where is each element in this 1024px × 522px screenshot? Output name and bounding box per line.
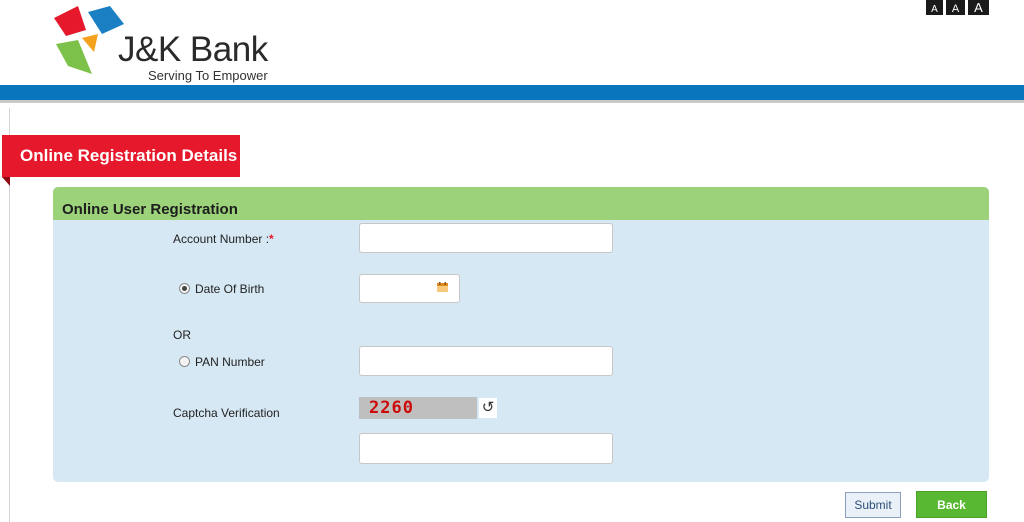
brand-name: J&K Bank — [118, 30, 268, 69]
captcha-image: 2260 — [359, 397, 477, 419]
font-size-medium-button[interactable]: A — [946, 0, 965, 15]
refresh-icon[interactable]: ↺ — [479, 398, 497, 418]
pan-label: PAN Number — [195, 355, 265, 369]
dob-radio[interactable] — [179, 283, 190, 294]
header-blue-band — [0, 85, 1024, 100]
account-number-input[interactable] — [359, 223, 613, 253]
dob-input[interactable] — [359, 274, 460, 303]
ribbon-fold — [2, 177, 10, 186]
page-header: J&K Bank Serving To Empower A A A — [0, 0, 1024, 88]
jk-bank-logo-icon — [54, 6, 124, 74]
header-divider — [0, 100, 1024, 103]
dob-label: Date Of Birth — [195, 282, 265, 296]
required-marker: * — [269, 232, 274, 246]
captcha-input[interactable] — [359, 433, 613, 464]
registration-panel: Online User Registration Account Number … — [53, 187, 989, 482]
brand-tagline: Serving To Empower — [148, 68, 268, 83]
panel-title: Online User Registration — [53, 187, 989, 220]
submit-button[interactable]: Submit — [845, 492, 901, 518]
account-number-label: Account Number :* — [173, 232, 274, 246]
pan-input[interactable] — [359, 346, 613, 376]
font-size-controls: A A A — [926, 0, 989, 16]
back-button[interactable]: Back — [916, 491, 987, 518]
font-size-large-button[interactable]: A — [968, 0, 989, 15]
font-size-small-button[interactable]: A — [926, 0, 943, 15]
pan-radio[interactable] — [179, 356, 190, 367]
section-title-ribbon: Online Registration Details — [2, 135, 240, 177]
or-label: OR — [173, 328, 191, 342]
captcha-label: Captcha Verification — [173, 406, 280, 420]
calendar-icon[interactable] — [437, 282, 448, 292]
